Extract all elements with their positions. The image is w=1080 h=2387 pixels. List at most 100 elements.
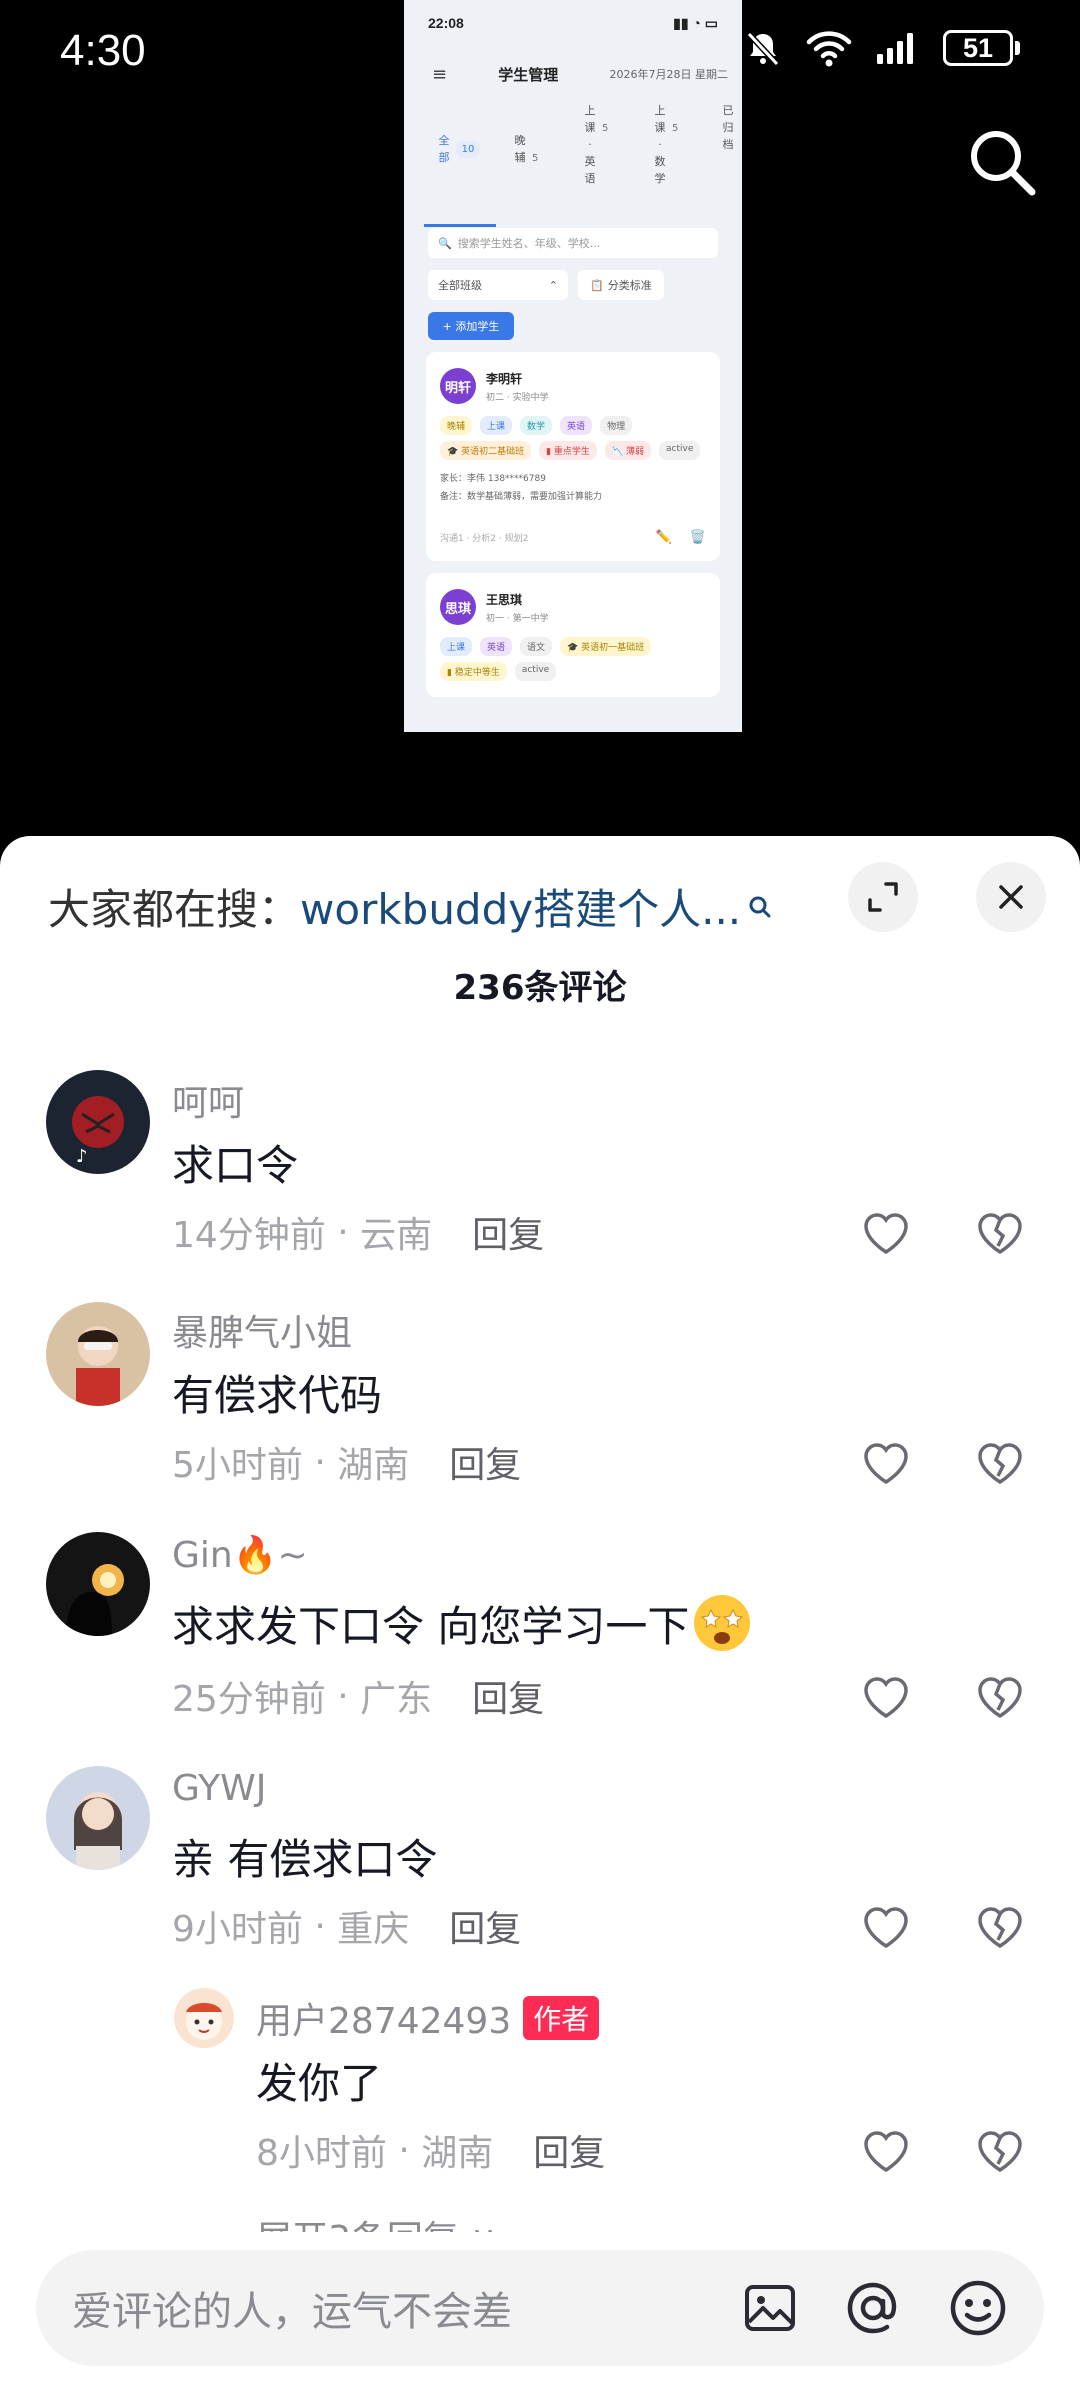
avatar[interactable] bbox=[174, 1988, 234, 2048]
reply-meta: 8小时前 · 湖南 回复 bbox=[256, 2124, 605, 2176]
heart-icon[interactable] bbox=[860, 1672, 912, 1724]
mention-icon[interactable] bbox=[844, 2279, 902, 2337]
svg-text:♪: ♪ bbox=[76, 1146, 88, 1167]
reply-button[interactable]: 回复 bbox=[472, 1206, 544, 1258]
hot-search-bar[interactable]: 大家都在搜： workbuddy搭建个人... bbox=[48, 876, 773, 937]
reply-button[interactable]: 回复 bbox=[472, 1670, 544, 1722]
expand-button[interactable] bbox=[848, 862, 918, 932]
student-tag: 英语 bbox=[560, 416, 593, 435]
expand-replies-link[interactable]: 展开3条回复 ∨ bbox=[256, 2210, 497, 2232]
student-status-tag: active bbox=[514, 662, 557, 681]
student-tag: 🎓 英语初一基础班 bbox=[560, 637, 652, 656]
battery-level: 51 bbox=[943, 30, 1013, 66]
broken-heart-icon[interactable] bbox=[974, 1672, 1026, 1724]
starstruck-emoji-icon bbox=[694, 1595, 751, 1651]
comment-sheet: 大家都在搜： workbuddy搭建个人... 236条评论 ♪ 呵呵 求口令 bbox=[0, 836, 1080, 2387]
heart-icon[interactable] bbox=[860, 1208, 912, 1260]
video-tab-evening: 晚辅 5 bbox=[514, 134, 539, 164]
video-filters: 全部班级 ⌃ 📋 分类标准 bbox=[428, 270, 718, 300]
student-tag: 晚辅 bbox=[440, 416, 473, 435]
video-search-icon: 🔍 bbox=[438, 236, 452, 250]
comment-meta: 9小时前 · 重庆 回复 bbox=[172, 1900, 521, 1952]
video-header-date: 2026年7月28日 星期二 bbox=[609, 68, 728, 81]
video-category-button: 📋 分类标准 bbox=[578, 270, 664, 300]
author-badge: 作者 bbox=[523, 1996, 600, 2040]
heart-icon[interactable] bbox=[860, 2126, 912, 2178]
comment-username[interactable]: GYWJ bbox=[172, 1768, 266, 1809]
comment-text: 求口令 bbox=[172, 1141, 299, 1190]
avatar[interactable] bbox=[46, 1302, 150, 1406]
student-tag: 🎓 英语初二基础班 bbox=[440, 441, 532, 460]
hot-search-prefix: 大家都在搜： bbox=[48, 885, 301, 934]
student-name: 王思琪 bbox=[486, 592, 523, 607]
broken-heart-icon[interactable] bbox=[974, 2126, 1026, 2178]
video-frame[interactable]: 22:08 ▮▮ ◔ ▭ ≡ 学生管理 2026年7月28日 星期二 全部 10… bbox=[404, 0, 742, 732]
battery-icon: 51 bbox=[943, 30, 1020, 66]
video-tab-math: 上课·数学 5 bbox=[654, 104, 679, 185]
comment-input-bar[interactable]: 爱评论的人，运气不会差 bbox=[36, 2250, 1044, 2366]
comment-username[interactable]: 暴脾气小姐 bbox=[172, 1304, 352, 1356]
student-avatar: 思琪 bbox=[440, 589, 476, 625]
broken-heart-icon[interactable] bbox=[974, 1902, 1026, 1954]
student-tag: ▮ 稳定中等生 bbox=[440, 662, 507, 681]
broken-heart-icon[interactable] bbox=[974, 1438, 1026, 1490]
hot-search-query[interactable]: workbuddy搭建个人... bbox=[300, 876, 741, 937]
search-icon[interactable] bbox=[962, 122, 1042, 202]
student-tags: 上课 英语 语文 🎓 英语初一基础班 ▮ 稳定中等生 active bbox=[440, 637, 706, 681]
reply-username[interactable]: 用户28742493 作者 bbox=[256, 1992, 600, 2044]
student-school: 初一 · 第一中学 bbox=[486, 613, 549, 624]
comment-meta: 14分钟前 · 云南 回复 bbox=[172, 1206, 544, 1258]
student-card-footer: 沟通1 · 分析2 · 规划2 ✏️ 🗑️ bbox=[440, 530, 706, 545]
student-info: 家长：李伟 138****6789 备注：数学基础薄弱，需要加强计算能力 bbox=[440, 474, 603, 502]
avatar[interactable]: ♪ bbox=[46, 1070, 150, 1174]
image-icon[interactable] bbox=[742, 2280, 798, 2336]
video-student-card: 思琪 王思琪 初一 · 第一中学 上课 英语 语文 🎓 英语初一基础班 ▮ 稳定… bbox=[426, 573, 720, 697]
student-tags: 晚辅 上课 数学 英语 物理 🎓 英语初二基础班 ▮ 重点学生 📉 薄弱 act… bbox=[440, 416, 706, 460]
video-tab-all: 全部 10 bbox=[438, 132, 480, 166]
student-tag: 物理 bbox=[600, 416, 633, 435]
mute-bell-icon bbox=[746, 31, 780, 67]
reply-button[interactable]: 回复 bbox=[449, 1900, 521, 1952]
reply-text: 发你了 bbox=[256, 2059, 383, 2108]
close-button[interactable] bbox=[976, 862, 1046, 932]
student-tag: ▮ 重点学生 bbox=[539, 441, 597, 460]
comment-text: 亲 有偿求口令 bbox=[172, 1835, 438, 1884]
student-avatar: 明轩 bbox=[440, 368, 476, 404]
avatar[interactable] bbox=[46, 1766, 150, 1870]
comment-text: 有偿求代码 bbox=[172, 1371, 383, 1420]
video-tab-indicator bbox=[424, 224, 496, 227]
reply-button[interactable]: 回复 bbox=[449, 1436, 521, 1488]
student-status-tag: active bbox=[659, 441, 701, 460]
menu-icon: ≡ bbox=[432, 63, 448, 85]
student-tag: 英语 bbox=[480, 637, 513, 656]
student-tag: 上课 bbox=[440, 637, 473, 656]
signal-icon bbox=[877, 33, 913, 64]
video-tab-archived: 已归档 bbox=[722, 104, 734, 151]
comment-username[interactable]: 呵呵 bbox=[172, 1074, 244, 1126]
edit-icon: ✏️ bbox=[655, 530, 672, 545]
student-tag: 数学 bbox=[520, 416, 553, 435]
reply-button[interactable]: 回复 bbox=[533, 2124, 605, 2176]
close-icon bbox=[999, 885, 1023, 909]
wifi-icon bbox=[806, 31, 852, 67]
video-status-bar: 22:08 ▮▮ ◔ ▭ bbox=[404, 0, 742, 46]
heart-icon[interactable] bbox=[860, 1438, 912, 1490]
avatar[interactable] bbox=[46, 1532, 150, 1636]
comment-username[interactable]: Gin🔥~ bbox=[172, 1534, 308, 1576]
status-time: 4:30 bbox=[60, 26, 146, 75]
emoji-icon[interactable] bbox=[948, 2278, 1008, 2338]
comment-input[interactable]: 爱评论的人，运气不会差 bbox=[72, 2279, 742, 2337]
comment-meta: 25分钟前 · 广东 回复 bbox=[172, 1670, 544, 1722]
student-name: 李明轩 bbox=[486, 371, 523, 386]
trash-icon: 🗑️ bbox=[689, 530, 706, 545]
video-add-student-button: + 添加学生 bbox=[428, 312, 514, 340]
broken-heart-icon[interactable] bbox=[974, 1208, 1026, 1260]
video-student-card: 明轩 李明轩 初二 · 实验中学 晚辅 上课 数学 英语 物理 🎓 英语初二基础… bbox=[426, 352, 720, 561]
expand-icon bbox=[868, 882, 898, 912]
video-status-time: 22:08 bbox=[428, 15, 464, 31]
search-icon bbox=[749, 896, 771, 917]
heart-icon[interactable] bbox=[860, 1902, 912, 1954]
video-header: ≡ 学生管理 2026年7月28日 星期二 bbox=[404, 46, 742, 102]
video-page-title: 学生管理 bbox=[498, 65, 559, 84]
video-search-field: 🔍 搜索学生姓名、年级、学校... bbox=[428, 228, 718, 258]
